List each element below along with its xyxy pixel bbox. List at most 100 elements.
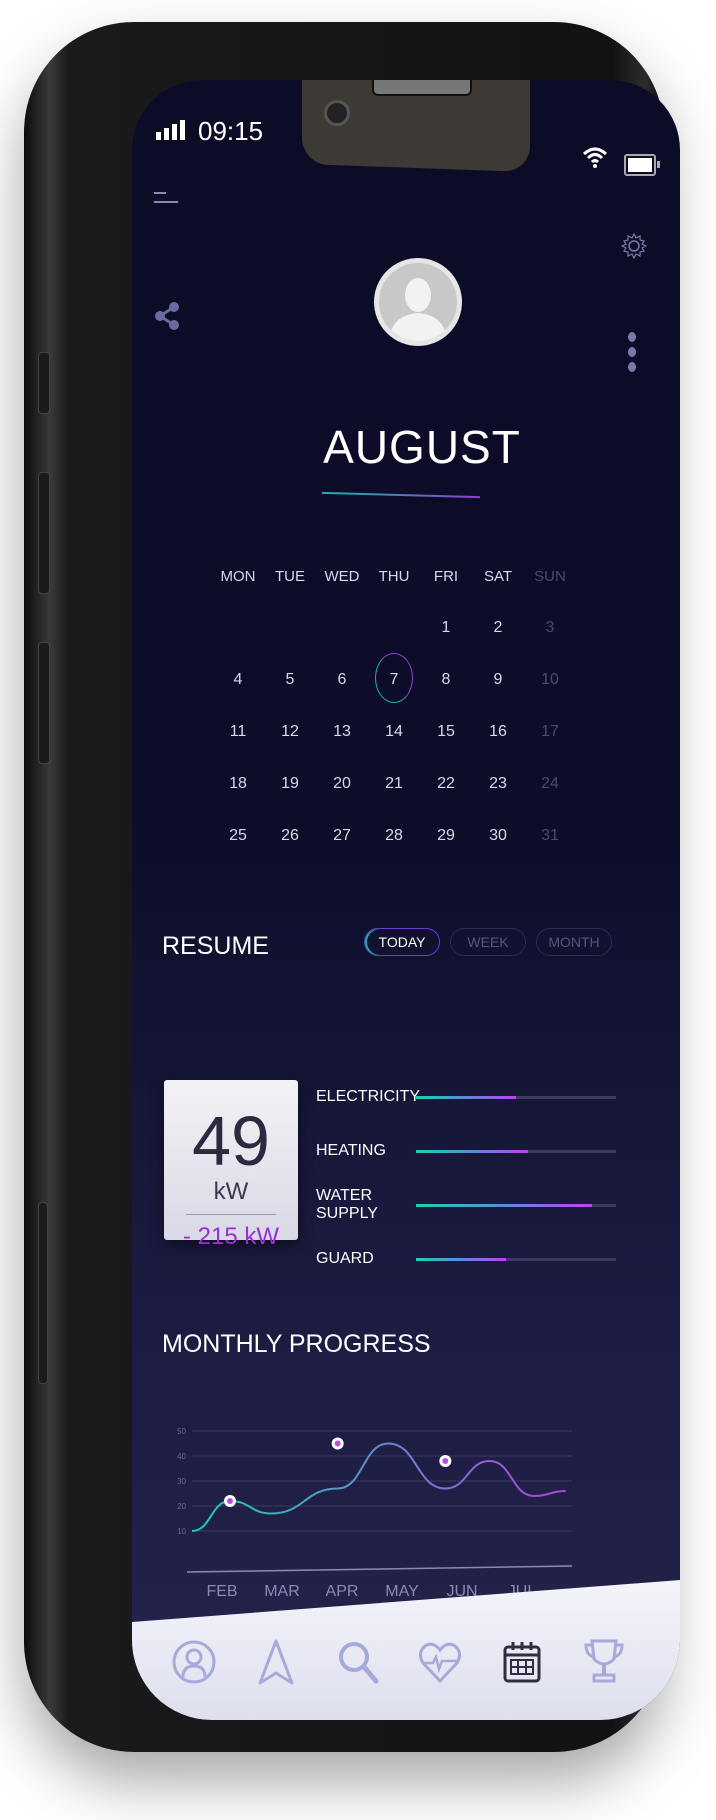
calendar-day[interactable]: 26 — [264, 827, 316, 845]
calendar-day[interactable]: 22 — [420, 775, 472, 793]
calendar-day[interactable]: 18 — [212, 775, 264, 793]
speaker — [372, 80, 472, 96]
consumption-row-guard: GUARD — [316, 1232, 676, 1286]
progress-fill — [416, 1095, 516, 1099]
nav-profile[interactable] — [166, 1634, 222, 1690]
volume-down-button — [38, 642, 50, 764]
tab-week[interactable]: WEEK — [450, 928, 526, 956]
share-icon[interactable] — [154, 302, 180, 330]
consumption-row-water-supply: WATER SUPPLY — [316, 1178, 676, 1232]
progress-track — [416, 1257, 616, 1261]
calendar-day[interactable]: 12 — [264, 723, 316, 741]
power-diff: - 215 kW — [182, 1223, 280, 1250]
calendar-day[interactable]: 8 — [420, 671, 472, 689]
consumption-list: ELECTRICITY HEATING WATER SUPPLY GUARD — [316, 1070, 676, 1286]
mute-switch — [38, 352, 50, 414]
calendar-day[interactable]: 30 — [472, 827, 524, 845]
weekday-mon: MON — [220, 567, 256, 585]
calendar-day[interactable]: 25 — [212, 827, 264, 845]
calendar-day[interactable]: 15 — [420, 723, 472, 741]
calendar-day[interactable]: 5 — [264, 671, 316, 689]
user-circle-icon — [172, 1640, 216, 1684]
y-tick-label: 10 — [177, 1527, 186, 1536]
calendar-day[interactable]: 2 — [472, 619, 524, 637]
wifi-icon — [582, 147, 608, 168]
tab-today[interactable]: TODAY — [364, 928, 440, 956]
calendar-day[interactable]: 16 — [472, 723, 524, 741]
battery-icon — [624, 154, 660, 176]
calendar-day[interactable]: 14 — [368, 723, 420, 741]
nav-trophy[interactable] — [576, 1634, 632, 1690]
weekday-sat: SAT — [483, 567, 513, 585]
calendar-day[interactable]: 28 — [368, 827, 420, 845]
user-avatar-icon[interactable] — [374, 258, 462, 346]
app-screen: 09:15 AUGUST MON TUE WED THU FRI SAT SUN… — [132, 80, 680, 1720]
calendar-day[interactable]: 4 — [212, 671, 264, 689]
progress-fill — [416, 1203, 592, 1207]
consumption-label: HEATING — [316, 1142, 386, 1159]
calendar-day[interactable]: 13 — [316, 723, 368, 741]
menu-icon[interactable] — [154, 192, 178, 210]
tab-month[interactable]: MONTH — [536, 928, 612, 956]
gear-icon[interactable] — [620, 232, 648, 260]
heart-pulse-icon — [418, 1642, 462, 1684]
weekday-wed: WED — [324, 567, 360, 585]
y-tick-label: 30 — [177, 1477, 186, 1486]
bottom-nav-items — [166, 1634, 632, 1690]
y-tick-label: 20 — [177, 1502, 186, 1511]
power-value: 49 — [192, 1102, 270, 1180]
calendar-day[interactable]: 17 — [524, 723, 576, 741]
range-tabs: TODAY WEEK MONTH — [364, 928, 612, 956]
calendar-week: 4 5 6 7 8 9 10 — [212, 653, 572, 706]
calendar-day[interactable]: 1 — [420, 619, 472, 637]
sim-tray — [38, 1202, 48, 1384]
calendar-icon — [503, 1642, 541, 1683]
series-line — [191, 1442, 566, 1532]
weekday-fri: FRI — [433, 567, 459, 585]
nav-health[interactable] — [412, 1634, 468, 1690]
consumption-row-heating: HEATING — [316, 1124, 676, 1178]
nav-navigate[interactable] — [248, 1634, 304, 1690]
y-tick-label: 40 — [177, 1452, 186, 1461]
weekday-thu: THU — [378, 567, 410, 585]
calendar-day[interactable]: 27 — [316, 827, 368, 845]
data-point-center — [227, 1498, 233, 1504]
nav-calendar[interactable] — [494, 1634, 550, 1690]
progress-track — [416, 1095, 616, 1099]
calendar-day[interactable]: 9 — [472, 671, 524, 689]
progress-fill — [416, 1257, 506, 1261]
calendar-day[interactable]: 19 — [264, 775, 316, 793]
trophy-icon — [584, 1639, 624, 1683]
calendar-day[interactable]: 31 — [524, 827, 576, 845]
more-vertical-icon[interactable] — [628, 332, 636, 377]
calendar-day[interactable]: 21 — [368, 775, 420, 793]
status-time: 09:15 — [198, 116, 264, 146]
x-tick-label: APR — [326, 1583, 359, 1596]
calendar-day[interactable]: 10 — [524, 671, 576, 689]
x-tick-label: FEB — [206, 1583, 237, 1596]
calendar-day-selected[interactable]: 7 — [368, 653, 420, 703]
calendar-day[interactable]: 11 — [212, 723, 264, 741]
calendar-day[interactable]: 29 — [420, 827, 472, 845]
consumption-label: GUARD — [316, 1250, 374, 1267]
phone-frame: 09:15 AUGUST MON TUE WED THU FRI SAT SUN… — [24, 22, 680, 1752]
progress-track — [416, 1203, 616, 1207]
month-underline — [322, 491, 480, 499]
monthly-progress-title: MONTHLY PROGRESS — [162, 1330, 431, 1358]
signal-icon — [156, 120, 185, 140]
consumption-label: ELECTRICITY — [316, 1088, 421, 1105]
search-icon — [339, 1642, 379, 1684]
data-point-center — [334, 1440, 341, 1447]
calendar-day[interactable]: 3 — [524, 619, 576, 637]
calendar-week: 18 19 20 21 22 23 24 — [212, 758, 572, 810]
navigation-arrow-icon — [258, 1639, 294, 1685]
x-axis — [186, 1565, 573, 1573]
calendar-day[interactable]: 23 — [472, 775, 524, 793]
resume-title: RESUME — [162, 932, 269, 960]
calendar-day[interactable]: 20 — [316, 775, 368, 793]
front-camera — [324, 100, 350, 126]
nav-search[interactable] — [330, 1634, 386, 1690]
progress-track — [416, 1149, 616, 1153]
calendar-day[interactable]: 24 — [524, 775, 576, 793]
calendar-day[interactable]: 6 — [316, 671, 368, 689]
